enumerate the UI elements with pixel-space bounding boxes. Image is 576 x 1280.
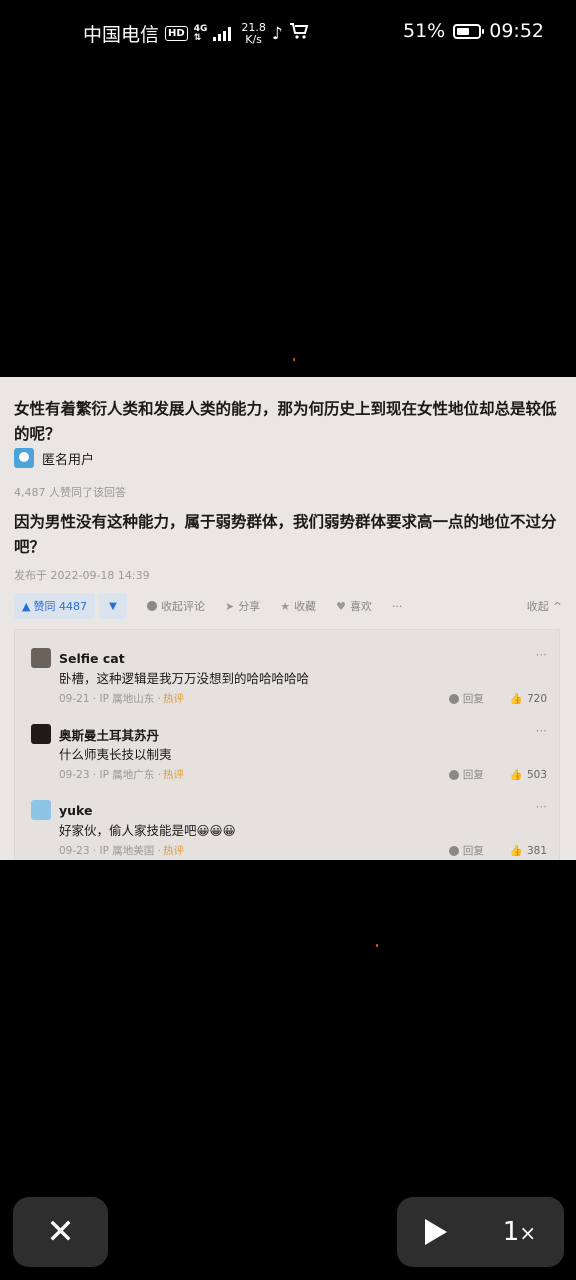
player-controls: 1×: [397, 1197, 564, 1267]
collapse-button[interactable]: 收起 ^: [527, 598, 562, 614]
comment-more-icon[interactable]: ···: [536, 724, 547, 738]
playback-speed-button[interactable]: 1×: [503, 1217, 536, 1247]
carrier-name: 中国电信: [83, 24, 160, 46]
thumbs-up-icon: 👍: [509, 845, 523, 857]
data-arrows-icon: ⇅: [193, 32, 202, 43]
play-icon[interactable]: [424, 1219, 447, 1245]
star-icon: ★: [280, 599, 291, 613]
network-speed: 21.8 K/s: [241, 20, 266, 46]
close-icon: ✕: [46, 1212, 75, 1252]
author-row[interactable]: 匿名用户: [14, 448, 94, 468]
downvote-button[interactable]: ▼: [98, 593, 127, 619]
send-icon: ➤: [224, 599, 235, 613]
comment-more-icon[interactable]: ···: [536, 800, 547, 814]
signal-icon: [213, 26, 232, 41]
triangle-up-icon: ▲: [22, 599, 31, 613]
comment-meta: 09-23 · IP 属地广东 ·: [59, 769, 161, 781]
anonymous-avatar-icon: [14, 448, 34, 468]
answer-text: 因为男性没有这种能力，属于弱势群体，我们弱势群体要求高一点的地位不过分吧？: [14, 513, 557, 556]
question-title[interactable]: 女性有着繁衍人类和发展人类的能力，那为何历史上到现在女性地位却总是较低的呢？: [14, 397, 562, 447]
artifact-speck: [293, 358, 295, 361]
close-button[interactable]: ✕: [13, 1197, 108, 1267]
comment-item: 奥斯曼土耳其苏丹 ··· 什么师夷长技以制夷 09-23 · IP 属地广东 ·…: [31, 724, 547, 782]
comment-more-icon[interactable]: ···: [536, 648, 547, 662]
hot-comment-tag: 热评: [162, 845, 184, 857]
commenter-name[interactable]: yuke: [59, 803, 93, 818]
like-button[interactable]: ♥ 喜欢: [336, 598, 372, 614]
comments-toggle[interactable]: 收起评论: [146, 598, 205, 614]
reply-button[interactable]: 回复: [448, 691, 484, 706]
more-button[interactable]: ···: [392, 600, 403, 613]
comment-list: Selfie cat ··· 卧槽，这种逻辑是我万万没想到的哈哈哈哈哈 09-2…: [14, 629, 560, 860]
comment-item: Selfie cat ··· 卧槽，这种逻辑是我万万没想到的哈哈哈哈哈 09-2…: [31, 648, 547, 706]
chevron-up-icon: ^: [552, 599, 562, 613]
reply-icon: [448, 845, 459, 856]
comment-like-button[interactable]: 👍 720: [509, 692, 547, 706]
upvote-button[interactable]: ▲ 赞同 4487: [14, 593, 95, 619]
clock: 09:52: [489, 20, 544, 42]
avatar[interactable]: [31, 724, 51, 744]
network-type: 4G ⇅: [193, 23, 208, 43]
comment-text: 卧槽，这种逻辑是我万万没想到的哈哈哈哈哈: [59, 671, 310, 686]
reply-icon: [448, 769, 459, 780]
comment-text: 好家伙，偷人家技能是吧😀😀😀: [59, 823, 236, 838]
status-left: 中国电信 HD 4G ⇅ 21.8 K/s ♪: [83, 20, 309, 47]
avatar[interactable]: [31, 648, 51, 668]
answer-card: 女性有着繁衍人类和发展人类的能力，那为何历史上到现在女性地位却总是较低的呢？ 匿…: [0, 377, 576, 860]
status-bar: 中国电信 HD 4G ⇅ 21.8 K/s ♪ 51% 09:52: [0, 0, 576, 64]
comment-like-button[interactable]: 👍 503: [509, 768, 547, 782]
battery-icon: [453, 23, 485, 39]
comment-item: yuke ··· 好家伙，偷人家技能是吧😀😀😀 09-23 · IP 属地美国 …: [31, 800, 547, 858]
share-button[interactable]: ➤ 分享: [225, 598, 260, 614]
publish-time: 发布于 2022-09-18 14:39: [14, 569, 150, 582]
comment-text: 什么师夷长技以制夷: [59, 747, 172, 762]
heart-icon: ♥: [336, 599, 346, 613]
reply-button[interactable]: 回复: [448, 843, 484, 858]
battery-percent: 51%: [403, 20, 446, 42]
hot-comment-tag: 热评: [162, 693, 184, 705]
comment-meta: 09-23 · IP 属地美国 ·: [59, 845, 161, 857]
cart-icon: [289, 22, 309, 45]
commenter-name[interactable]: 奥斯曼土耳其苏丹: [59, 725, 159, 744]
avatar[interactable]: [31, 800, 51, 820]
commenter-name[interactable]: Selfie cat: [59, 651, 125, 666]
favorite-button[interactable]: ★ 收藏: [280, 598, 316, 614]
artifact-speck: [376, 944, 378, 947]
reply-button[interactable]: 回复: [448, 767, 484, 782]
reply-icon: [448, 693, 459, 704]
author-name: 匿名用户: [42, 452, 95, 468]
comment-icon: [146, 601, 157, 611]
hot-comment-tag: 热评: [162, 769, 184, 781]
action-bar: ▲ 赞同 4487 ▼ 收起评论 ➤ 分享 ★ 收藏 ♥ 喜欢 ··· 收起 ^: [14, 593, 562, 619]
triangle-down-icon: ▼: [109, 600, 117, 612]
thumbs-up-icon: 👍: [509, 769, 523, 781]
thumbs-up-icon: 👍: [509, 693, 523, 705]
hd-badge: HD: [165, 26, 188, 41]
tiktok-icon: ♪: [271, 23, 283, 44]
upvote-summary: 4,487 人赞同了该回答: [14, 486, 126, 499]
comment-like-button[interactable]: 👍 381: [509, 844, 547, 858]
status-right: 51% 09:52: [403, 20, 544, 42]
comment-meta: 09-21 · IP 属地山东 ·: [59, 693, 161, 705]
